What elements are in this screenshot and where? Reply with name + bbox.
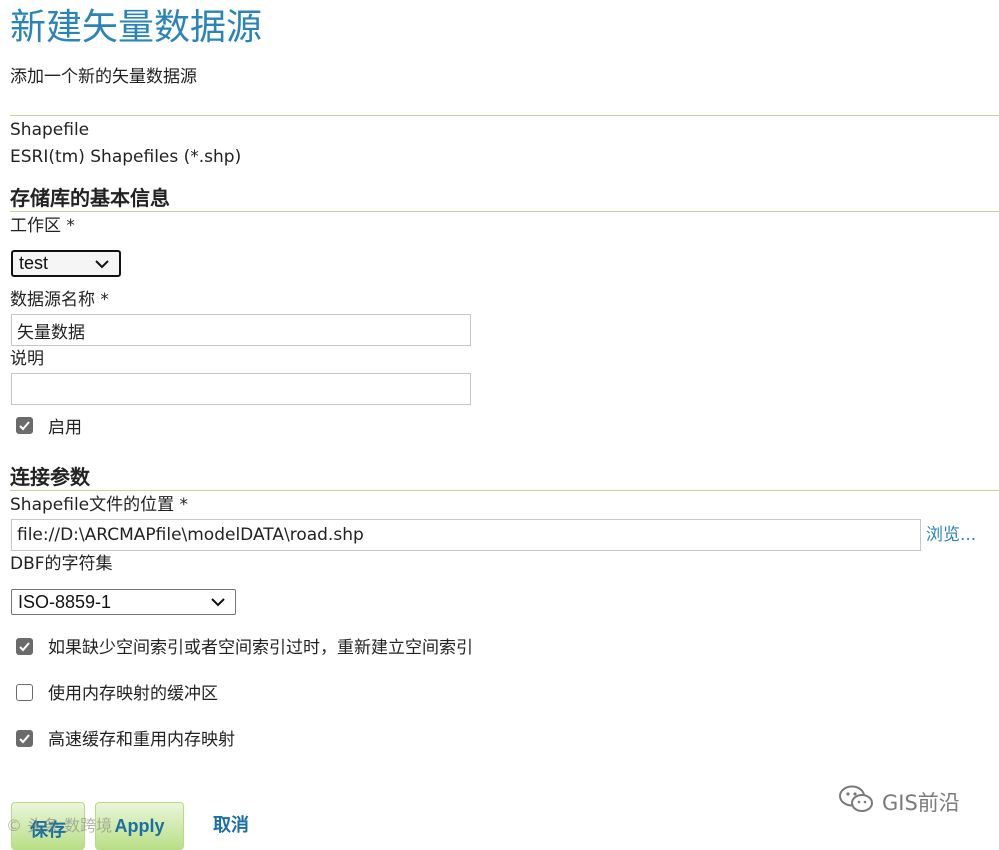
source-type-description: ESRI(tm) Shapefiles (*.shp) xyxy=(10,147,242,167)
browse-link[interactable]: 浏览... xyxy=(926,523,976,547)
datasource-name-input[interactable] xyxy=(11,314,471,346)
checkmark-icon xyxy=(19,421,30,431)
workspace-label: 工作区 * xyxy=(10,216,75,236)
description-input[interactable] xyxy=(11,373,471,405)
rebuild-spatial-index-checkbox[interactable] xyxy=(16,638,33,655)
workspace-select-value: test xyxy=(19,253,49,273)
watermark-text: GIS前沿 xyxy=(882,790,960,815)
chevron-down-icon xyxy=(207,591,229,613)
checkmark-icon xyxy=(19,734,30,744)
cancel-link[interactable]: 取消 xyxy=(213,814,249,838)
divider xyxy=(10,211,999,212)
connection-heading: 连接参数 xyxy=(10,465,90,489)
cache-memory-maps-checkbox[interactable] xyxy=(16,730,33,747)
memory-mapped-buffer-label: 使用内存映射的缓冲区 xyxy=(48,684,218,704)
description-label: 说明 xyxy=(10,349,44,369)
divider xyxy=(10,115,999,116)
watermark-left: © 头条 数跨境 xyxy=(6,816,113,835)
enabled-label: 启用 xyxy=(48,418,82,438)
shapefile-location-label: Shapefile文件的位置 * xyxy=(10,495,189,515)
checkmark-icon xyxy=(19,642,30,652)
chevron-down-icon xyxy=(91,253,113,275)
dbf-charset-label: DBF的字符集 xyxy=(10,554,113,574)
workspace-select[interactable]: test xyxy=(11,250,121,277)
basic-info-heading: 存储库的基本信息 xyxy=(10,186,170,210)
memory-mapped-buffer-checkbox[interactable] xyxy=(16,684,33,701)
page-title: 新建矢量数据源 xyxy=(10,7,263,48)
datasource-name-label: 数据源名称 * xyxy=(10,290,109,310)
cache-memory-maps-label: 高速缓存和重用内存映射 xyxy=(48,730,235,750)
charset-select-value: ISO-8859-1 xyxy=(18,591,112,612)
rebuild-spatial-index-label: 如果缺少空间索引或者空间索引过时，重新建立空间索引 xyxy=(48,638,473,658)
wechat-icon xyxy=(838,784,874,819)
source-type-name: Shapefile xyxy=(10,120,90,140)
divider xyxy=(10,490,999,491)
shapefile-location-input[interactable] xyxy=(11,519,921,551)
dbf-charset-select[interactable]: ISO-8859-1 xyxy=(11,589,236,615)
page-subtitle: 添加一个新的矢量数据源 xyxy=(10,67,197,87)
enabled-checkbox[interactable] xyxy=(16,417,33,434)
watermark: GIS前沿 xyxy=(838,784,960,819)
